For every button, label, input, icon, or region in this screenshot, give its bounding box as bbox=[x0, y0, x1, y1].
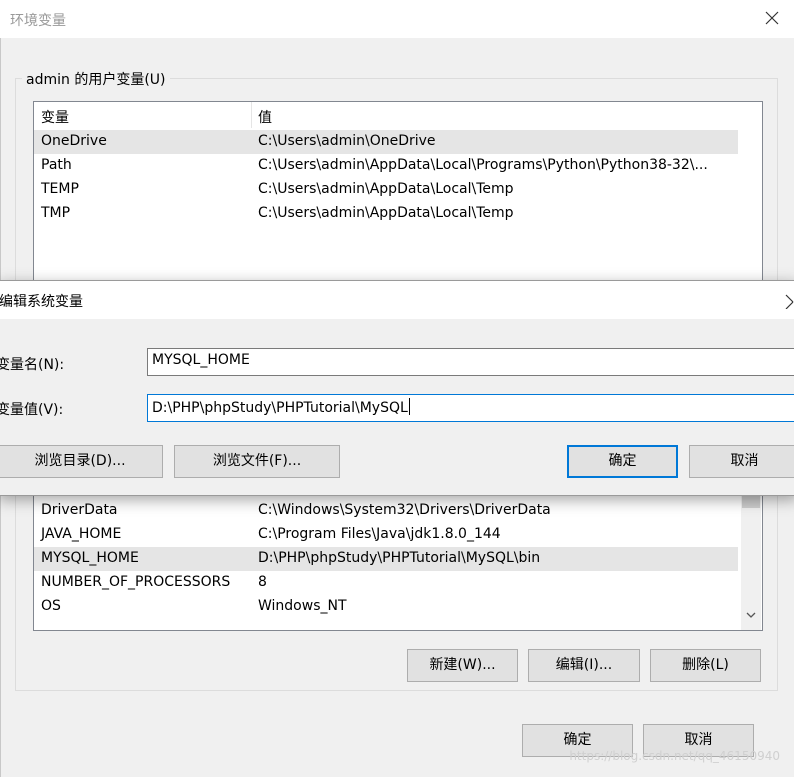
user-variables-label: admin 的用户变量(U) bbox=[22, 69, 170, 89]
table-row-partial bbox=[34, 619, 738, 630]
table-row[interactable]: Path C:\Users\admin\AppData\Local\Progra… bbox=[34, 154, 738, 178]
dialog-titlebar bbox=[0, 281, 794, 319]
outer-titlebar bbox=[0, 0, 794, 38]
table-row[interactable]: OneDrive C:\Users\admin\OneDrive bbox=[34, 130, 738, 154]
variable-value: C:\Program Files\Java\jdk1.8.0_144 bbox=[258, 526, 501, 542]
browse-directory-button[interactable]: 浏览目录(D)... bbox=[0, 445, 163, 478]
table-row[interactable]: MYSQL_HOME D:\PHP\phpStudy\PHPTutorial\M… bbox=[34, 547, 738, 571]
watermark: https://blog.csdn.net/qq_46150940 bbox=[569, 749, 780, 763]
table-row[interactable]: TEMP C:\Users\admin\AppData\Local\Temp bbox=[34, 178, 738, 202]
close-icon[interactable] bbox=[762, 8, 782, 28]
new-variable-button[interactable]: 新建(W)... bbox=[407, 649, 518, 682]
variable-name: TMP bbox=[41, 205, 71, 221]
table-row[interactable]: DriverData C:\Windows\System32\Drivers\D… bbox=[34, 499, 738, 523]
column-header-value[interactable]: 值 bbox=[258, 107, 272, 127]
variable-name-input[interactable]: MYSQL_HOME bbox=[147, 348, 794, 376]
dialog-ok-button[interactable]: 确定 bbox=[567, 445, 678, 478]
chevron-down-icon[interactable] bbox=[744, 608, 758, 622]
variable-value: C:\Users\admin\AppData\Local\Temp bbox=[258, 181, 514, 197]
dialog-title: 编辑系统变量 bbox=[0, 294, 83, 310]
variable-name: MYSQL_HOME bbox=[41, 550, 139, 566]
variable-value: 8 bbox=[258, 574, 267, 590]
table-row[interactable]: NUMBER_OF_PROCESSORS 8 bbox=[34, 571, 738, 595]
dialog-cancel-button[interactable]: 取消 bbox=[689, 445, 794, 478]
table-row[interactable]: JAVA_HOME C:\Program Files\Java\jdk1.8.0… bbox=[34, 523, 738, 547]
variable-name: Path bbox=[41, 157, 72, 173]
variable-value: D:\PHP\phpStudy\PHPTutorial\MySQL\bin bbox=[258, 550, 541, 566]
variable-name-text: MYSQL_HOME bbox=[152, 352, 250, 368]
close-icon[interactable] bbox=[783, 291, 794, 310]
scrollbar-thumb[interactable] bbox=[742, 494, 760, 508]
variable-value: C:\Users\admin\AppData\Local\Programs\Py… bbox=[258, 157, 708, 173]
system-variables-list[interactable]: DriverData C:\Windows\System32\Drivers\D… bbox=[33, 480, 763, 631]
list-header: 变量 值 bbox=[34, 102, 762, 128]
variable-value-label: 变量值(V): bbox=[0, 402, 64, 418]
variable-value: C:\Users\admin\AppData\Local\Temp bbox=[258, 205, 514, 221]
variable-name: JAVA_HOME bbox=[41, 526, 122, 542]
variable-value: C:\Users\admin\OneDrive bbox=[258, 133, 436, 149]
edit-system-variable-dialog: 编辑系统变量 变量名(N): MYSQL_HOME 变量值(V): D:\PHP… bbox=[0, 280, 794, 496]
variable-name: OS bbox=[41, 598, 61, 614]
user-variables-list[interactable]: 变量 值 OneDrive C:\Users\admin\OneDrive Pa… bbox=[33, 101, 763, 293]
text-caret bbox=[408, 398, 410, 415]
variable-value-text: D:\PHP\phpStudy\PHPTutorial\MySQL bbox=[152, 400, 408, 416]
column-divider[interactable] bbox=[251, 102, 252, 128]
variable-name: OneDrive bbox=[41, 133, 107, 149]
variable-value: Windows_NT bbox=[258, 598, 347, 614]
variable-name: NUMBER_OF_PROCESSORS bbox=[41, 574, 231, 590]
edit-variable-button[interactable]: 编辑(I)... bbox=[528, 649, 640, 682]
variable-value: C:\Windows\System32\Drivers\DriverData bbox=[258, 502, 551, 518]
outer-window-title: 环境变量 bbox=[10, 13, 66, 29]
vertical-scrollbar[interactable] bbox=[741, 480, 761, 630]
browse-file-button[interactable]: 浏览文件(F)... bbox=[174, 445, 340, 478]
table-row[interactable]: TMP C:\Users\admin\AppData\Local\Temp bbox=[34, 202, 738, 226]
variable-name-label: 变量名(N): bbox=[0, 357, 65, 373]
column-header-name[interactable]: 变量 bbox=[41, 107, 69, 127]
delete-variable-button[interactable]: 删除(L) bbox=[650, 649, 761, 682]
variable-name: TEMP bbox=[41, 181, 79, 197]
variable-name: DriverData bbox=[41, 502, 118, 518]
table-row[interactable]: OS Windows_NT bbox=[34, 595, 738, 619]
variable-value-input[interactable]: D:\PHP\phpStudy\PHPTutorial\MySQL bbox=[147, 394, 794, 422]
